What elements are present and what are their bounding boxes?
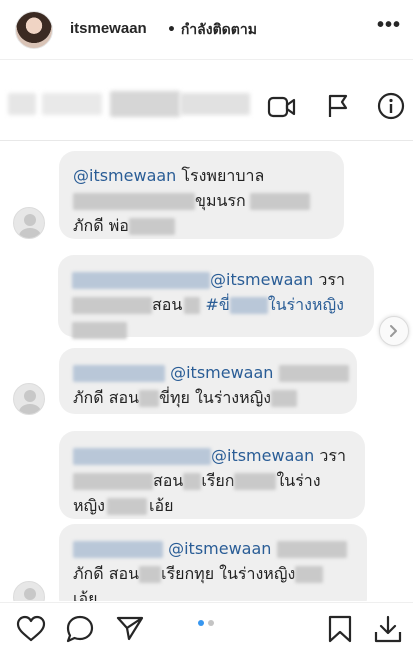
message-text: ขุมนรก — [195, 191, 246, 210]
blurred-text — [234, 473, 277, 490]
message-bubble: @itsmewaan โรงพยาบาล ขุมนรก ภักดี พ่อ — [59, 151, 344, 239]
post-image: @itsmewaan โรงพยาบาล ขุมนรก ภักดี พ่อ @i… — [0, 61, 413, 601]
mention-link[interactable]: @itsmewaan — [73, 166, 176, 185]
bookmark-icon[interactable] — [327, 614, 353, 644]
message-text: เรียก — [201, 471, 235, 490]
blurred-text — [107, 498, 147, 515]
hashtag-link[interactable]: ในร่างหญิง — [268, 295, 344, 314]
blurred-text — [184, 297, 201, 314]
avatar — [13, 207, 45, 239]
blurred-text — [72, 272, 210, 289]
mention-link[interactable]: @itsmewaan — [170, 363, 273, 382]
message-text: วรา — [314, 446, 346, 465]
blurred-text — [139, 390, 160, 407]
carousel-indicator — [198, 620, 214, 626]
message-text: ภักดี สอน — [73, 388, 140, 407]
blurred-text — [271, 390, 298, 407]
hashtag-link[interactable]: #ขี่ — [205, 295, 229, 314]
blurred-text — [73, 365, 165, 382]
heart-icon[interactable] — [16, 615, 46, 643]
message-bubble: @itsmewaan ภักดี สอน ขี่ทุย ในร่างหญิง — [59, 348, 357, 414]
info-icon[interactable] — [377, 92, 405, 120]
mention-link[interactable]: @itsmewaan — [210, 270, 313, 289]
share-icon[interactable] — [115, 614, 145, 642]
message-text: สอน — [152, 295, 183, 314]
username-link[interactable]: itsmewaan — [70, 20, 147, 37]
mention-link[interactable]: @itsmewaan — [168, 539, 271, 558]
video-call-icon[interactable] — [267, 95, 297, 119]
flag-icon[interactable] — [326, 93, 350, 119]
message-text: หญิง — [73, 496, 105, 515]
blurred-text — [276, 541, 347, 558]
avatar — [13, 383, 45, 415]
message-bubble: @itsmewaan ภักดี สอน เรียกทุย ในร่างหญิง … — [59, 524, 367, 601]
message-bubble: @itsmewaan วรา สอน #ขี่ ในร่างหญิง — [58, 255, 374, 339]
message-text: เรียกทุย ในร่างหญิง — [161, 564, 296, 583]
blurred-name — [8, 93, 36, 115]
follow-status[interactable]: • กำลังติดตาม — [167, 19, 257, 41]
more-horizontal-icon[interactable]: ••• — [377, 14, 401, 37]
message-text: โรงพยาบาล — [176, 166, 265, 185]
message-text: ขี่ทุย ในร่างหญิง — [159, 388, 272, 407]
screenshot-topbar — [0, 61, 413, 141]
carousel-dot-active — [198, 620, 204, 626]
blurred-text — [249, 193, 310, 210]
carousel-next-button[interactable] — [379, 316, 409, 346]
message-text: ในร่าง — [276, 471, 321, 490]
message-text: เอ้ย — [73, 589, 98, 601]
blurred-text — [73, 193, 195, 210]
blurred-name — [180, 93, 250, 115]
blurred-text — [73, 473, 153, 490]
message-text: วรา — [313, 270, 345, 289]
post-header: itsmewaan • กำลังติดตาม ••• — [0, 0, 413, 60]
blurred-text — [229, 297, 268, 314]
message-text: ภักดี พ่อ — [73, 216, 129, 235]
message-text: เอ้ย — [149, 496, 174, 515]
download-icon[interactable] — [373, 614, 403, 644]
blurred-text — [72, 322, 127, 339]
blurred-name — [110, 91, 180, 117]
comment-icon[interactable] — [64, 614, 96, 644]
post-actions — [0, 602, 413, 653]
blurred-text — [139, 566, 162, 583]
blurred-text — [128, 218, 175, 235]
message-text: สอน — [153, 471, 184, 490]
avatar[interactable] — [15, 11, 53, 49]
blurred-text — [295, 566, 324, 583]
blurred-text — [73, 448, 211, 465]
blurred-name — [42, 93, 102, 115]
chevron-right-icon — [390, 325, 397, 337]
mention-link[interactable]: @itsmewaan — [211, 446, 314, 465]
message-bubble: @itsmewaan วรา สอน เรียก ในร่าง หญิง เอ้ย — [59, 431, 365, 519]
carousel-dot — [208, 620, 214, 626]
blurred-text — [183, 473, 202, 490]
blurred-text — [278, 365, 349, 382]
message-text: ภักดี สอน — [73, 564, 140, 583]
blurred-text — [72, 297, 152, 314]
blurred-text — [73, 541, 163, 558]
